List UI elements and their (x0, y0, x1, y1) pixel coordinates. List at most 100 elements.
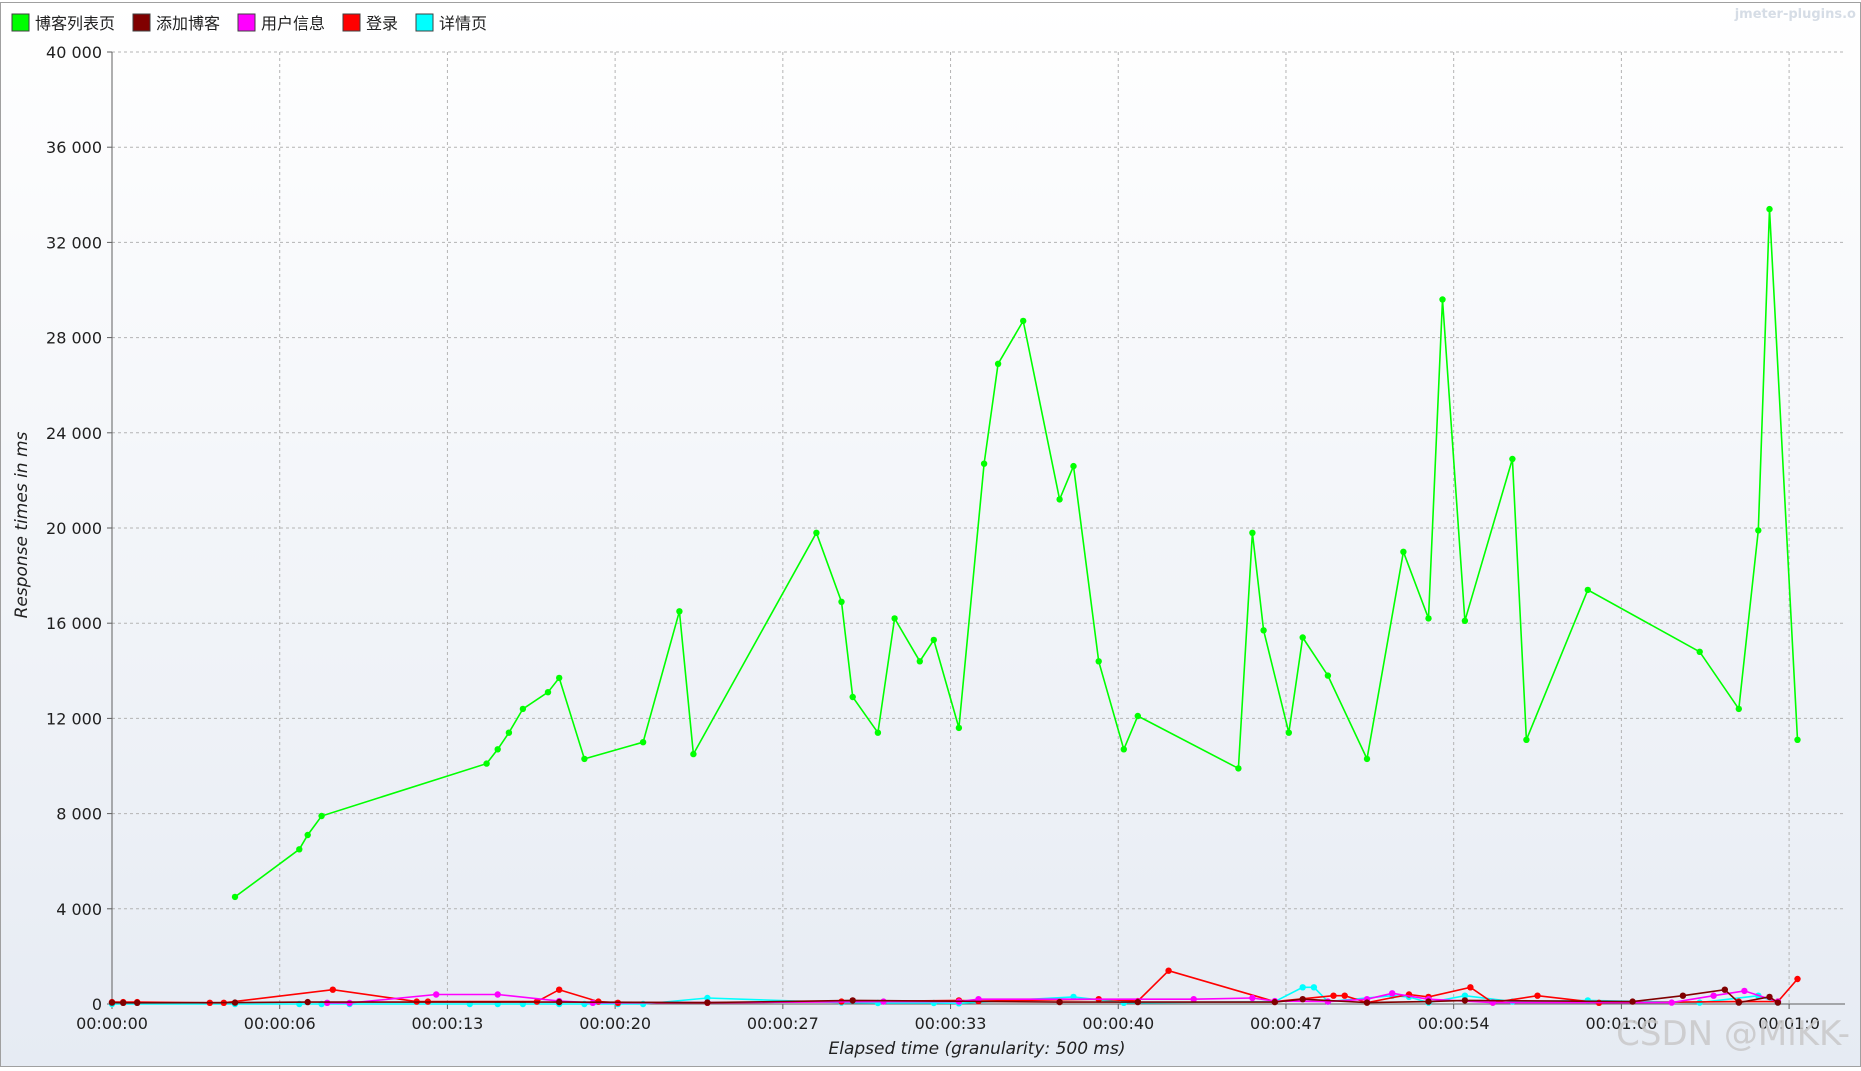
data-point (980, 460, 988, 467)
x-tick-label: 00:00:06 (244, 1014, 316, 1033)
data-point (1070, 462, 1077, 470)
data-point (346, 999, 353, 1007)
data-point (556, 986, 563, 993)
x-tick-label: 00:00:00 (76, 1014, 148, 1033)
legend-item: 添加博客 (132, 13, 220, 33)
y-tick-label: 36 000 (46, 138, 102, 157)
legend-item: 登录 (342, 13, 398, 33)
data-point (891, 615, 898, 622)
data-point (296, 846, 303, 853)
legend-swatch (11, 13, 30, 32)
y-tick-label: 16 000 (46, 614, 102, 633)
data-point (1400, 548, 1407, 555)
data-point (1120, 746, 1128, 753)
x-tick-label: 00:00:33 (915, 1014, 987, 1033)
legend-item: 用户信息 (237, 13, 325, 33)
data-point (1439, 296, 1446, 303)
watermark-top: jmeter-plugins.o (1734, 7, 1856, 22)
data-point (1668, 999, 1675, 1006)
data-point (1324, 998, 1332, 1005)
legend: 博客列表页 添加博客 用户信息 登录 详情页 (11, 13, 487, 33)
y-axis-label: Response times in ms (12, 431, 32, 618)
legend-swatch (415, 13, 434, 32)
y-tick-label: 0 (92, 995, 102, 1014)
y-tick-label: 20 000 (46, 519, 102, 538)
legend-label: 登录 (366, 14, 398, 33)
data-point (1584, 586, 1592, 594)
data-point (1363, 999, 1371, 1006)
data-point (1425, 998, 1432, 1005)
data-point (556, 674, 563, 682)
data-point (1310, 984, 1318, 991)
data-point (690, 750, 697, 758)
data-point (433, 991, 440, 998)
data-point (1794, 975, 1801, 983)
legend-swatch (132, 13, 151, 32)
legend-item: 博客列表页 (11, 13, 115, 33)
data-point (329, 986, 336, 993)
data-point (1696, 648, 1703, 655)
legend-label: 用户信息 (261, 14, 325, 33)
data-point (1766, 993, 1773, 1001)
watermark-csdn: CSDN @MiKK- (1616, 1014, 1850, 1054)
data-point (134, 999, 141, 1006)
data-point (1056, 496, 1063, 503)
data-point (318, 812, 325, 820)
data-point (1285, 729, 1293, 736)
data-point (494, 746, 501, 753)
data-point (1299, 634, 1306, 641)
data-point (704, 999, 711, 1006)
data-point (1721, 986, 1729, 993)
y-tick-label: 12 000 (46, 709, 102, 728)
x-tick-label: 00:00:27 (747, 1014, 819, 1033)
data-point (1534, 992, 1541, 999)
y-tick-label: 28 000 (46, 329, 102, 348)
data-point (231, 893, 239, 901)
data-point (1679, 992, 1687, 999)
legend-label: 添加博客 (156, 14, 220, 33)
data-point (120, 999, 127, 1006)
data-point (880, 998, 887, 1005)
y-tick-label: 8 000 (56, 805, 102, 824)
data-point (108, 999, 116, 1006)
data-point (494, 991, 501, 998)
data-point (1363, 755, 1371, 763)
data-point (581, 755, 588, 763)
data-point (849, 997, 856, 1004)
x-tick-label: 00:00:20 (579, 1014, 651, 1033)
y-tick-label: 4 000 (56, 900, 102, 919)
data-point (676, 608, 683, 615)
x-tick-label: 00:00:13 (411, 1014, 483, 1033)
data-point (1020, 317, 1027, 325)
data-point (544, 689, 552, 696)
data-point (1249, 529, 1256, 536)
x-tick-label: 00:00:47 (1250, 1014, 1322, 1033)
data-point (1523, 736, 1530, 743)
chart-canvas: 0 4 000 8 000 12 000 16 000 20 000 24 000 28 00… (0, 0, 1861, 1067)
data-point (1134, 712, 1142, 720)
legend-label: 详情页 (439, 14, 487, 33)
data-point (304, 998, 311, 1006)
data-point (1324, 672, 1332, 679)
legend-item: 详情页 (415, 13, 487, 33)
data-point (1299, 996, 1306, 1003)
data-point (1794, 736, 1801, 743)
data-point (1056, 998, 1063, 1006)
data-point (813, 529, 820, 536)
data-point (955, 724, 963, 732)
data-point (1330, 992, 1337, 999)
data-point (1629, 998, 1636, 1005)
data-point (519, 705, 527, 713)
data-point (1271, 998, 1279, 1006)
data-point (1467, 984, 1474, 991)
x-tick-label: 00:00:54 (1418, 1014, 1490, 1033)
data-point (639, 739, 647, 746)
data-point (1260, 627, 1267, 634)
data-point (1461, 997, 1469, 1004)
data-point (483, 760, 490, 767)
data-point (1341, 992, 1348, 999)
x-axis-label: Elapsed time (granularity: 500 ms) (829, 1039, 1126, 1059)
data-point (1461, 617, 1469, 624)
y-tick-label: 32 000 (46, 233, 102, 252)
data-point (838, 598, 845, 605)
